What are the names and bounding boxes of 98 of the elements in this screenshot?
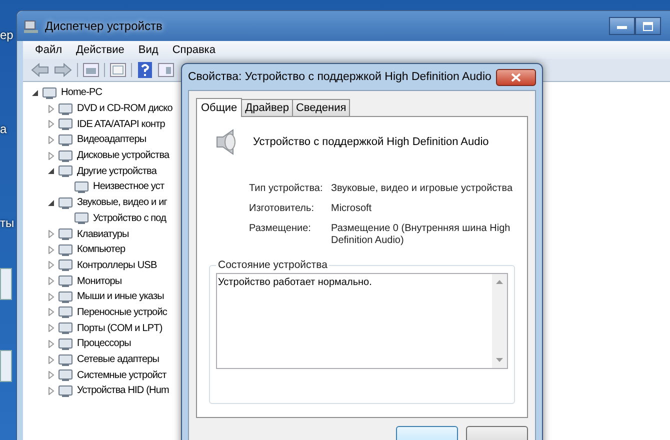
property-value: Microsoft	[331, 203, 373, 215]
device-icon	[58, 148, 74, 163]
tree-item[interactable]: Звуковые, видео и иг	[77, 197, 168, 208]
tree-item[interactable]: DVD и CD-ROM диско	[77, 103, 172, 114]
device-icon	[58, 117, 74, 132]
group-title: Состояние устройства	[217, 259, 328, 271]
tree-item[interactable]: Мыши и иные указы	[77, 291, 164, 302]
tree-item[interactable]: Устройство с под	[93, 212, 166, 224]
collapsed-arrow-icon[interactable]	[47, 292, 55, 301]
status-text-box[interactable]: Устройство работает нормально.	[216, 273, 508, 369]
close-icon	[511, 72, 521, 82]
tree-item[interactable]: Видеоадаптеры	[77, 134, 146, 146]
expanded-arrow-icon[interactable]	[47, 167, 55, 176]
device-icon	[58, 290, 74, 304]
collapsed-arrow-icon[interactable]	[47, 120, 55, 128]
tree-item[interactable]: IDE ATA/ATAPI контр	[77, 118, 165, 130]
device-icon	[58, 132, 74, 147]
menu-item[interactable]: Файл	[35, 44, 62, 56]
collapsed-arrow-icon[interactable]	[47, 136, 55, 144]
menu-item[interactable]: Вид	[138, 44, 158, 56]
device-icon	[58, 258, 74, 272]
tree-item[interactable]: Дисковые устройства	[77, 150, 170, 162]
collapsed-arrow-icon[interactable]	[47, 371, 55, 380]
device-icon	[58, 196, 74, 210]
back-arrow-icon[interactable]	[31, 63, 49, 77]
desktop-icon-label[interactable]: ер	[0, 28, 14, 42]
device-icon	[58, 102, 74, 116]
menu-item[interactable]: Действие	[76, 44, 124, 56]
tree-item[interactable]: Переносные устройс	[77, 306, 167, 318]
panel-icon[interactable]	[158, 63, 174, 77]
tab[interactable]: Общие	[196, 98, 242, 117]
collapsed-arrow-icon[interactable]	[47, 230, 55, 238]
tree-item[interactable]: Другие устройства	[77, 166, 157, 177]
tree-item[interactable]: Сетевые адаптеры	[77, 354, 160, 366]
tree-item[interactable]: Клавиатуры	[77, 228, 129, 240]
forward-arrow-icon[interactable]	[54, 63, 72, 77]
device-icon	[58, 321, 74, 336]
device-icon	[58, 368, 74, 382]
desktop-icon[interactable]	[0, 350, 12, 382]
desktop-icon-label[interactable]: ты	[0, 216, 14, 230]
property-label: Изготовитель:	[249, 203, 315, 215]
device-icon	[58, 352, 74, 367]
tree-item[interactable]: Home-PC	[61, 87, 102, 98]
device-name: Устройство с поддержкой High Definition Audio	[253, 136, 489, 148]
maximize-icon	[643, 22, 653, 30]
collapsed-arrow-icon[interactable]	[47, 246, 55, 254]
status-text: Устройство работает нормально.	[217, 276, 373, 290]
tree-item[interactable]: Мониторы	[77, 276, 122, 287]
help-icon[interactable]	[137, 62, 153, 78]
collapsed-arrow-icon[interactable]	[47, 261, 55, 270]
device-icon	[58, 164, 74, 178]
tree-item[interactable]: Компьютер	[77, 244, 126, 256]
tab[interactable]: Сведения	[292, 99, 350, 116]
window-title: Диспетчер устройств	[45, 19, 162, 33]
minimize-button[interactable]	[609, 17, 635, 35]
desktop-icon[interactable]	[0, 268, 12, 300]
computer-icon	[23, 18, 39, 34]
maximize-button[interactable]	[635, 17, 661, 35]
collapsed-arrow-icon[interactable]	[47, 277, 55, 286]
collapsed-arrow-icon[interactable]	[47, 308, 55, 316]
desktop-icon-label[interactable]: а	[0, 122, 7, 136]
collapsed-arrow-icon[interactable]	[47, 152, 55, 160]
tree-item[interactable]: Порты (COM и LPT)	[77, 322, 162, 334]
scroll-up-arrow-icon[interactable]	[496, 280, 503, 284]
scrollbar[interactable]	[492, 274, 507, 368]
tree-item[interactable]: Контроллеры USB	[77, 260, 157, 271]
tab[interactable]: Драйвер	[241, 99, 293, 116]
expanded-arrow-icon[interactable]	[31, 88, 39, 97]
device-icon	[42, 86, 58, 100]
window-icon[interactable]	[110, 63, 126, 77]
panel-icon[interactable]	[83, 63, 99, 77]
device-icon	[58, 305, 74, 320]
collapsed-arrow-icon[interactable]	[47, 356, 55, 364]
device-icon	[58, 384, 74, 398]
collapsed-arrow-icon[interactable]	[47, 104, 55, 113]
close-button[interactable]	[496, 68, 536, 86]
device-icon	[58, 242, 74, 257]
device-icon	[58, 227, 74, 242]
device-icon	[58, 274, 74, 288]
menu-item[interactable]: Справка	[172, 44, 216, 56]
scroll-down-arrow-icon[interactable]	[496, 358, 503, 362]
property-label: Размещение:	[249, 223, 312, 236]
tree-item[interactable]: Неизвестное уст	[93, 181, 164, 192]
tree-item[interactable]: Системные устройст	[77, 370, 166, 381]
tree-item[interactable]: Устройства HID (Hum	[77, 385, 169, 396]
tree-item[interactable]: Процессоры	[77, 338, 131, 350]
collapsed-arrow-icon[interactable]	[47, 386, 55, 395]
property-value: Размещение 0 (Внутренняя шина High Definition Audio)	[331, 223, 512, 247]
device-icon	[58, 336, 74, 351]
minimize-icon	[617, 23, 627, 29]
property-label: Тип устройства:	[249, 183, 324, 195]
collapsed-arrow-icon[interactable]	[47, 340, 55, 348]
device-icon	[74, 211, 90, 226]
device-icon	[74, 180, 90, 194]
collapsed-arrow-icon[interactable]	[47, 324, 55, 332]
expanded-arrow-icon[interactable]	[47, 198, 55, 207]
dialog-title: Свойства: Устройство с поддержкой High Definition Audio	[188, 71, 492, 83]
property-value: Звуковые, видео и игровые устройства	[331, 183, 514, 195]
